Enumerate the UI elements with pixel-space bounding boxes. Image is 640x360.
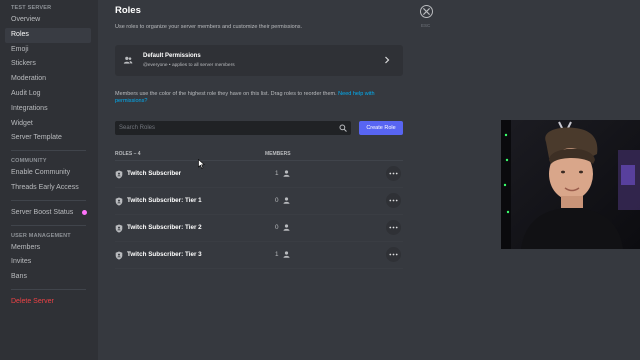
role-member-count: 1 xyxy=(275,170,279,177)
sidebar-item-enable-community[interactable]: Enable Community xyxy=(5,166,91,181)
more-dots-icon xyxy=(389,226,398,229)
role-name: Twitch Subscriber: Tier 3 xyxy=(127,251,202,258)
sidebar-item-server-template[interactable]: Server Template xyxy=(5,131,91,146)
sidebar-item-label: Server Boost Status xyxy=(11,208,74,216)
page-title: Roles xyxy=(115,5,141,16)
more-dots-icon xyxy=(389,199,398,202)
search-icon xyxy=(339,124,347,132)
more-options-button[interactable] xyxy=(386,166,401,181)
search-roles-input[interactable]: Search Roles xyxy=(115,121,351,135)
community-header: COMMUNITY xyxy=(11,158,47,165)
search-placeholder: Search Roles xyxy=(119,124,156,131)
server-name-header: TEST SERVER xyxy=(11,5,52,11)
close-icon xyxy=(423,8,430,15)
sidebar-item-overview[interactable]: Overview xyxy=(5,13,91,28)
more-options-button[interactable] xyxy=(386,220,401,235)
shield-icon xyxy=(115,170,123,179)
sidebar-item-widget[interactable]: Widget xyxy=(5,117,91,132)
sidebar-item-members[interactable]: Members xyxy=(5,241,91,256)
roles-info-text: Members use the color of the highest rol… xyxy=(115,91,395,105)
sidebar-item-emoji[interactable]: Emoji xyxy=(5,43,91,58)
roles-count-header: ROLES – 4 xyxy=(115,151,141,157)
info-text: Members use the color of the highest rol… xyxy=(115,91,337,97)
boost-gem-icon xyxy=(82,210,87,216)
sidebar-item-invites[interactable]: Invites xyxy=(5,255,91,270)
sidebar-divider xyxy=(11,224,86,226)
mouse-cursor-icon xyxy=(198,159,205,169)
members-icon xyxy=(123,56,133,64)
role-member-count: 0 xyxy=(275,197,279,204)
role-member-count: 1 xyxy=(275,251,279,258)
default-permissions-subtitle: @everyone • applies to all server member… xyxy=(143,63,235,68)
shield-icon xyxy=(115,197,123,206)
sidebar-item-threads-early-access[interactable]: Threads Early Access xyxy=(5,181,91,196)
person-icon xyxy=(283,251,290,258)
role-row[interactable]: Twitch Subscriber: Tier 3 1 xyxy=(115,242,403,269)
webcam-streamer-image xyxy=(501,120,640,249)
esc-label: ESC xyxy=(421,23,431,28)
role-row[interactable]: Twitch Subscriber: Tier 2 0 xyxy=(115,215,403,242)
role-member-count: 0 xyxy=(275,224,279,231)
webcam-overlay xyxy=(501,120,640,249)
sidebar-item-audit-log[interactable]: Audit Log xyxy=(5,87,91,102)
chevron-right-icon xyxy=(385,56,390,64)
person-icon xyxy=(283,224,290,231)
sidebar-item-server-boost-status[interactable]: Server Boost Status xyxy=(5,206,91,221)
sidebar-divider xyxy=(11,150,86,152)
role-name: Twitch Subscriber xyxy=(127,170,182,177)
sidebar-item-moderation[interactable]: Moderation xyxy=(5,72,91,87)
person-icon xyxy=(283,170,290,177)
person-icon xyxy=(283,197,290,204)
page-subtitle: Use roles to organize your server member… xyxy=(115,24,303,30)
more-options-button[interactable] xyxy=(386,247,401,262)
sidebar-item-stickers[interactable]: Stickers xyxy=(5,57,91,72)
sidebar-item-delete-server[interactable]: Delete Server xyxy=(5,295,91,310)
more-dots-icon xyxy=(389,172,398,175)
role-row[interactable]: Twitch Subscriber: Tier 1 0 xyxy=(115,188,403,215)
user-management-header: USER MANAGEMENT xyxy=(11,232,71,239)
more-options-button[interactable] xyxy=(386,193,401,208)
default-permissions-card[interactable]: Default Permissions @everyone • applies … xyxy=(115,45,403,76)
sidebar-item-bans[interactable]: Bans xyxy=(5,270,91,285)
sidebar-item-roles[interactable]: Roles xyxy=(5,27,91,43)
role-name: Twitch Subscriber: Tier 2 xyxy=(127,224,202,231)
members-column-header: MEMBERS xyxy=(265,151,291,157)
shield-icon xyxy=(115,224,123,233)
settings-sidebar: TEST SERVER Overview Roles Emoji Sticker… xyxy=(0,0,98,360)
sidebar-divider xyxy=(11,288,86,290)
role-name: Twitch Subscriber: Tier 1 xyxy=(127,197,202,204)
sidebar-divider xyxy=(11,199,86,201)
role-row[interactable]: Twitch Subscriber 1 xyxy=(115,161,403,188)
shield-icon xyxy=(115,251,123,260)
default-permissions-title: Default Permissions xyxy=(143,53,201,59)
close-button[interactable] xyxy=(420,5,433,18)
sidebar-item-integrations[interactable]: Integrations xyxy=(5,102,91,117)
more-dots-icon xyxy=(389,253,398,256)
create-role-button[interactable]: Create Role xyxy=(359,121,403,135)
